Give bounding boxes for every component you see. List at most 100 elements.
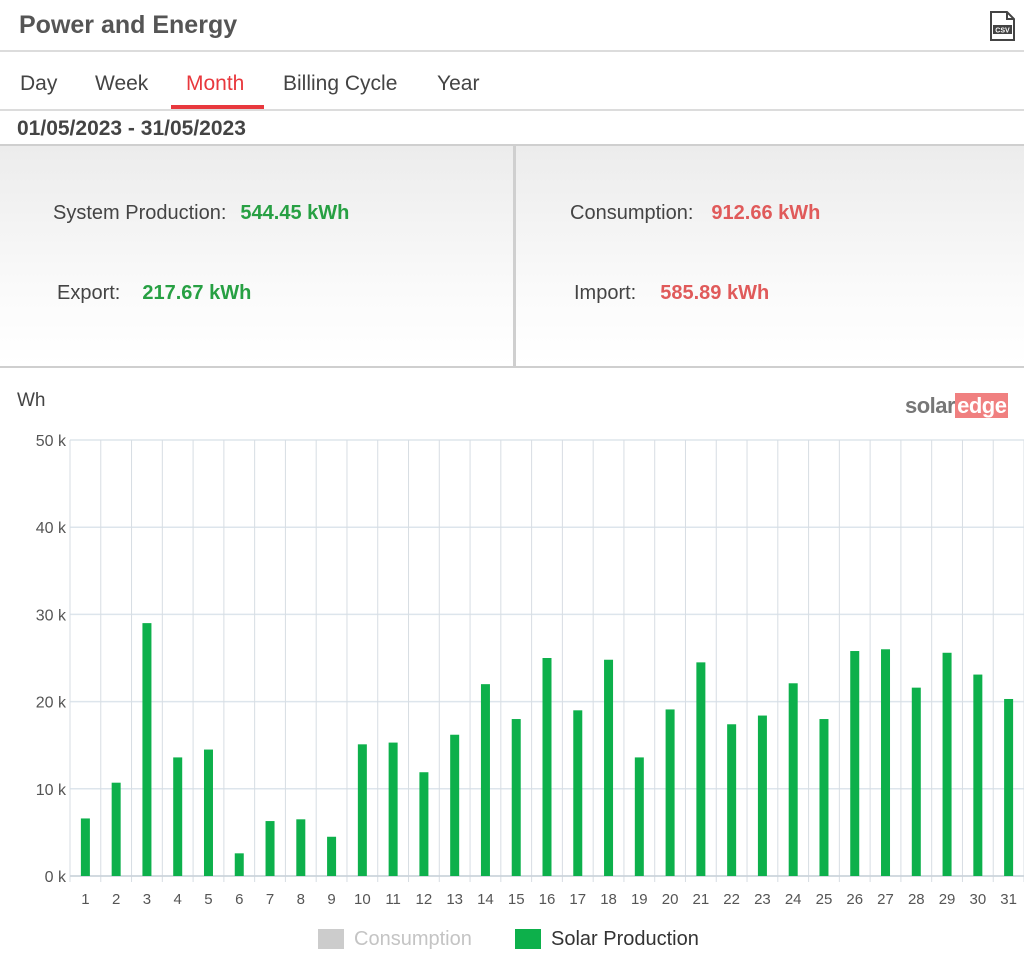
solar-production-bar <box>511 719 521 876</box>
x-tick-label: 2 <box>112 891 120 908</box>
y-tick-label: 0 k <box>45 869 67 886</box>
x-tick-label: 19 <box>631 891 648 908</box>
legend-item-solar-production[interactable]: Solar Production <box>515 926 699 952</box>
consumption-value: 912.66 kWh <box>711 202 821 224</box>
solaredge-logo: solaredge <box>905 393 1009 419</box>
x-tick-label: 29 <box>939 891 956 908</box>
solar-production-bar <box>80 818 90 876</box>
export-value: 217.67 kWh <box>142 282 252 304</box>
logo-part-edge: edge <box>955 393 1009 418</box>
solar-production-bar <box>142 623 152 876</box>
x-tick-label: 12 <box>416 891 433 908</box>
x-tick-label: 30 <box>969 891 986 908</box>
x-tick-label: 11 <box>385 891 401 908</box>
x-tick-label: 9 <box>327 891 335 908</box>
y-tick-label: 20 k <box>36 695 67 712</box>
x-tick-label: 23 <box>754 891 771 908</box>
solar-production-bar <box>573 710 583 876</box>
system-production-stat: System Production: 544.45 kWh <box>53 202 349 225</box>
solar-production-bar <box>604 659 614 876</box>
solar-production-bar <box>727 724 737 876</box>
period-tabs: Day Week Month Billing Cycle Year <box>0 52 1024 111</box>
solar-production-bar <box>757 715 767 876</box>
x-tick-label: 22 <box>723 891 740 908</box>
tab-billing-cycle[interactable]: Billing Cycle <box>283 72 397 96</box>
export-label: Export: <box>57 282 121 304</box>
solar-production-bar <box>542 658 552 876</box>
solar-production-bar <box>419 772 429 876</box>
tab-day[interactable]: Day <box>20 72 57 96</box>
import-label: Import: <box>574 282 637 304</box>
solar-production-bar <box>696 662 706 876</box>
solar-production-bar <box>788 683 798 876</box>
legend-item-consumption[interactable]: Consumption <box>318 926 472 952</box>
solar-production-bar <box>450 734 460 876</box>
active-tab-underline <box>171 105 264 109</box>
panel-header: Power and Energy CSV <box>0 0 1024 52</box>
solar-production-bar <box>1004 698 1014 876</box>
tab-year[interactable]: Year <box>437 72 479 96</box>
solar-production-bar <box>234 853 244 876</box>
x-tick-label: 4 <box>174 891 182 908</box>
y-tick-label: 30 k <box>36 607 67 624</box>
x-tick-label: 27 <box>877 891 894 908</box>
legend-swatch-solar-production <box>515 929 541 949</box>
x-tick-label: 1 <box>81 891 89 908</box>
x-tick-label: 20 <box>662 891 679 908</box>
x-tick-label: 31 <box>1000 891 1017 908</box>
solar-production-bar <box>480 684 490 876</box>
x-tick-label: 28 <box>908 891 925 908</box>
solar-production-bar <box>942 652 952 876</box>
solar-production-bar <box>203 749 213 876</box>
panel-title: Power and Energy <box>19 11 238 39</box>
x-tick-label: 15 <box>508 891 525 908</box>
solar-production-bar <box>819 719 829 876</box>
consumption-label: Consumption: <box>570 202 694 224</box>
x-tick-label: 8 <box>297 891 305 908</box>
x-tick-label: 13 <box>446 891 463 908</box>
x-tick-label: 26 <box>846 891 863 908</box>
solar-production-bar <box>388 742 398 876</box>
x-tick-label: 18 <box>600 891 617 908</box>
y-tick-label: 10 k <box>36 782 67 799</box>
system-production-value: 544.45 kWh <box>240 202 350 224</box>
solar-production-bar <box>665 709 675 876</box>
solar-production-bar <box>296 819 306 876</box>
x-tick-label: 6 <box>235 891 243 908</box>
import-value: 585.89 kWh <box>660 282 770 304</box>
tab-month[interactable]: Month <box>186 72 244 96</box>
legend-label-consumption: Consumption <box>354 927 472 950</box>
import-stat: Import: 585.89 kWh <box>574 282 769 305</box>
bar-chart: 0 k10 k20 k30 k40 k50 k1 2 3 4 5 6 7 8 9 10 11 12 13… <box>36 433 1024 908</box>
x-tick-label: 3 <box>143 891 151 908</box>
solar-production-bar <box>111 782 121 876</box>
svg-text:CSV: CSV <box>995 28 1010 35</box>
y-axis-unit-label: Wh <box>17 390 46 411</box>
solar-production-bar <box>173 757 183 876</box>
legend-swatch-consumption <box>318 929 344 949</box>
export-stat: Export: 217.67 kWh <box>57 282 251 305</box>
x-tick-label: 7 <box>266 891 274 908</box>
solar-production-bar <box>634 757 644 876</box>
solar-production-bar <box>911 687 921 876</box>
x-tick-label: 24 <box>785 891 802 908</box>
solar-production-bar <box>265 821 275 876</box>
x-tick-label: 25 <box>816 891 833 908</box>
x-tick-label: 16 <box>539 891 556 908</box>
x-tick-label: 5 <box>204 891 212 908</box>
solar-production-bar <box>357 744 367 876</box>
x-tick-label: 21 <box>693 891 710 908</box>
x-tick-label: 17 <box>569 891 586 908</box>
legend-label-solar-production: Solar Production <box>551 927 699 950</box>
csv-file-icon[interactable]: CSV <box>988 11 1016 41</box>
x-tick-label: 10 <box>354 891 371 908</box>
y-tick-label: 50 k <box>36 433 67 450</box>
y-tick-label: 40 k <box>36 520 67 537</box>
system-production-label: System Production: <box>53 202 227 224</box>
solar-production-bar <box>881 649 891 876</box>
energy-chart: 0 k 10 k 20 k 30 k 40 k 50 k 1 2 3 4 5 6 7 8 9 10 11 12 13… <box>0 370 1024 974</box>
logo-part-solar: solar <box>905 393 956 418</box>
consumption-stat: Consumption: 912.66 kWh <box>570 202 820 225</box>
tab-week[interactable]: Week <box>95 72 148 96</box>
solar-production-bar <box>850 651 860 876</box>
